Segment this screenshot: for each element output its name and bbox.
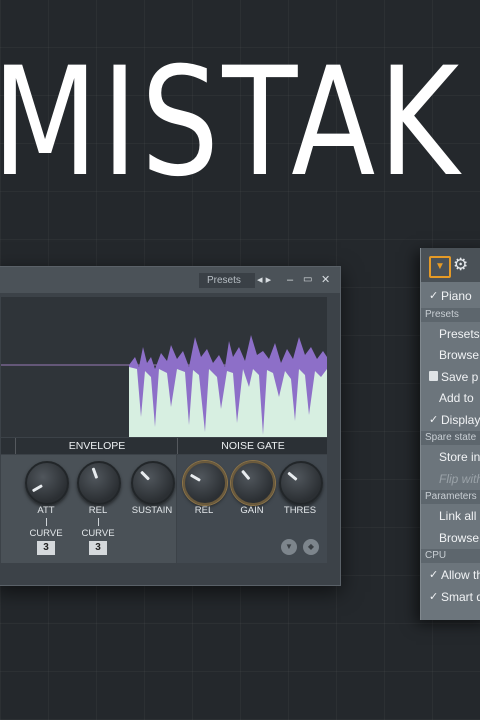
envelope-panel: ATT CURVE 3 REL CURVE 3 SUSTAIN: [1, 455, 176, 563]
save-icon: [429, 370, 438, 381]
presets-selector[interactable]: Presets: [199, 273, 255, 288]
knob-label-gain: GAIN: [240, 505, 264, 516]
knob-label-rel: REL: [88, 505, 108, 516]
checkmark-icon: ✓: [429, 569, 439, 581]
menu-item-label: Add to: [439, 391, 474, 405]
menu-toolbar: ▼ ⚙: [421, 248, 480, 282]
plugin-options-menu: ▼ ⚙ ✓ Piano Presets Presets Browse Save p Add …: [420, 248, 480, 620]
attack-knob[interactable]: [25, 461, 69, 505]
menu-item[interactable]: ✓ Display: [421, 410, 480, 430]
menu-item-label: Allow thre: [441, 568, 480, 582]
noise-gate-header: NOISE GATE: [177, 438, 328, 454]
menu-item-label: Smart dis: [441, 589, 480, 604]
menu-item[interactable]: Presets: [421, 324, 480, 344]
preset-nav-arrows[interactable]: ◂ ▸: [257, 273, 271, 287]
checkmark-icon: ✓: [429, 413, 439, 426]
menu-item[interactable]: Flip with: [421, 469, 480, 489]
up-down-button[interactable]: ◆: [303, 539, 319, 555]
menu-item[interactable]: Browse: [421, 345, 480, 365]
curve-label-2: CURVE: [81, 528, 115, 539]
menu-item[interactable]: Store in: [421, 447, 480, 467]
menu-section-header: CPU: [421, 549, 480, 563]
checkmark-icon: ✓: [429, 590, 439, 603]
options-arrow-button[interactable]: ▼: [429, 256, 451, 278]
curve-stepper-release[interactable]: 3: [89, 541, 107, 555]
gain-knob[interactable]: [231, 461, 275, 505]
menu-section-header: Presets: [421, 307, 480, 322]
menu-item[interactable]: Add to: [421, 388, 480, 408]
menu-item-label: Browse: [439, 348, 480, 362]
headline-text: MISTAK: [0, 36, 463, 210]
divider: [98, 518, 99, 526]
menu-item-label: Link all p: [439, 509, 480, 523]
menu-item-label: Display: [441, 412, 480, 427]
curve-stepper-attack[interactable]: 3: [37, 541, 55, 555]
down-arrow-button[interactable]: ▼: [281, 539, 297, 555]
sustain-knob[interactable]: [131, 461, 175, 505]
threshold-knob[interactable]: [279, 461, 323, 505]
maximize-button[interactable]: ▭: [303, 273, 312, 287]
plugin-titlebar[interactable]: Presets ◂ ▸ – ▭ ✕: [0, 267, 340, 293]
knob-label-thres: THRES: [283, 505, 317, 516]
curve-label-1: CURVE: [29, 528, 63, 539]
knob-label-sustain: SUSTAIN: [131, 505, 173, 516]
checkmark-icon: ✓: [429, 290, 439, 302]
menu-item-label: Flip with: [439, 471, 480, 486]
plugin-window: Presets ◂ ▸ – ▭ ✕ ENVELOPE NOISE GATE AT…: [0, 266, 341, 586]
noise-gate-panel: REL GAIN THRES ▼ ◆: [177, 455, 327, 563]
waveform-display: [1, 297, 327, 437]
menu-section-header: Spare state: [421, 431, 480, 445]
menu-section-header: Parameters: [421, 490, 480, 504]
menu-item-label: Save p: [441, 369, 479, 384]
section-header-row: ENVELOPE NOISE GATE: [1, 438, 327, 454]
menu-item-label: Store in: [439, 450, 480, 464]
knob-label-att: ATT: [37, 505, 55, 516]
menu-item[interactable]: Link all p: [421, 506, 480, 526]
menu-item[interactable]: Save p: [421, 367, 480, 387]
menu-item[interactable]: ✓ Piano: [421, 286, 480, 306]
gear-icon[interactable]: ⚙: [453, 255, 468, 275]
menu-item[interactable]: ✓Allow thre: [421, 565, 480, 585]
minimize-button[interactable]: –: [287, 273, 293, 287]
gate-release-knob[interactable]: [183, 461, 227, 505]
menu-item[interactable]: ✓Smart dis: [421, 587, 480, 607]
menu-item[interactable]: Browse p: [421, 528, 480, 548]
menu-item-label: Presets: [439, 326, 480, 341]
close-button[interactable]: ✕: [321, 273, 330, 287]
knob-label-gate-rel: REL: [194, 505, 214, 516]
release-knob[interactable]: [77, 461, 121, 505]
menu-item-label: Browse p: [439, 530, 480, 545]
menu-item-label: Piano: [441, 289, 472, 303]
divider: [46, 518, 47, 526]
envelope-header: ENVELOPE: [15, 438, 178, 454]
